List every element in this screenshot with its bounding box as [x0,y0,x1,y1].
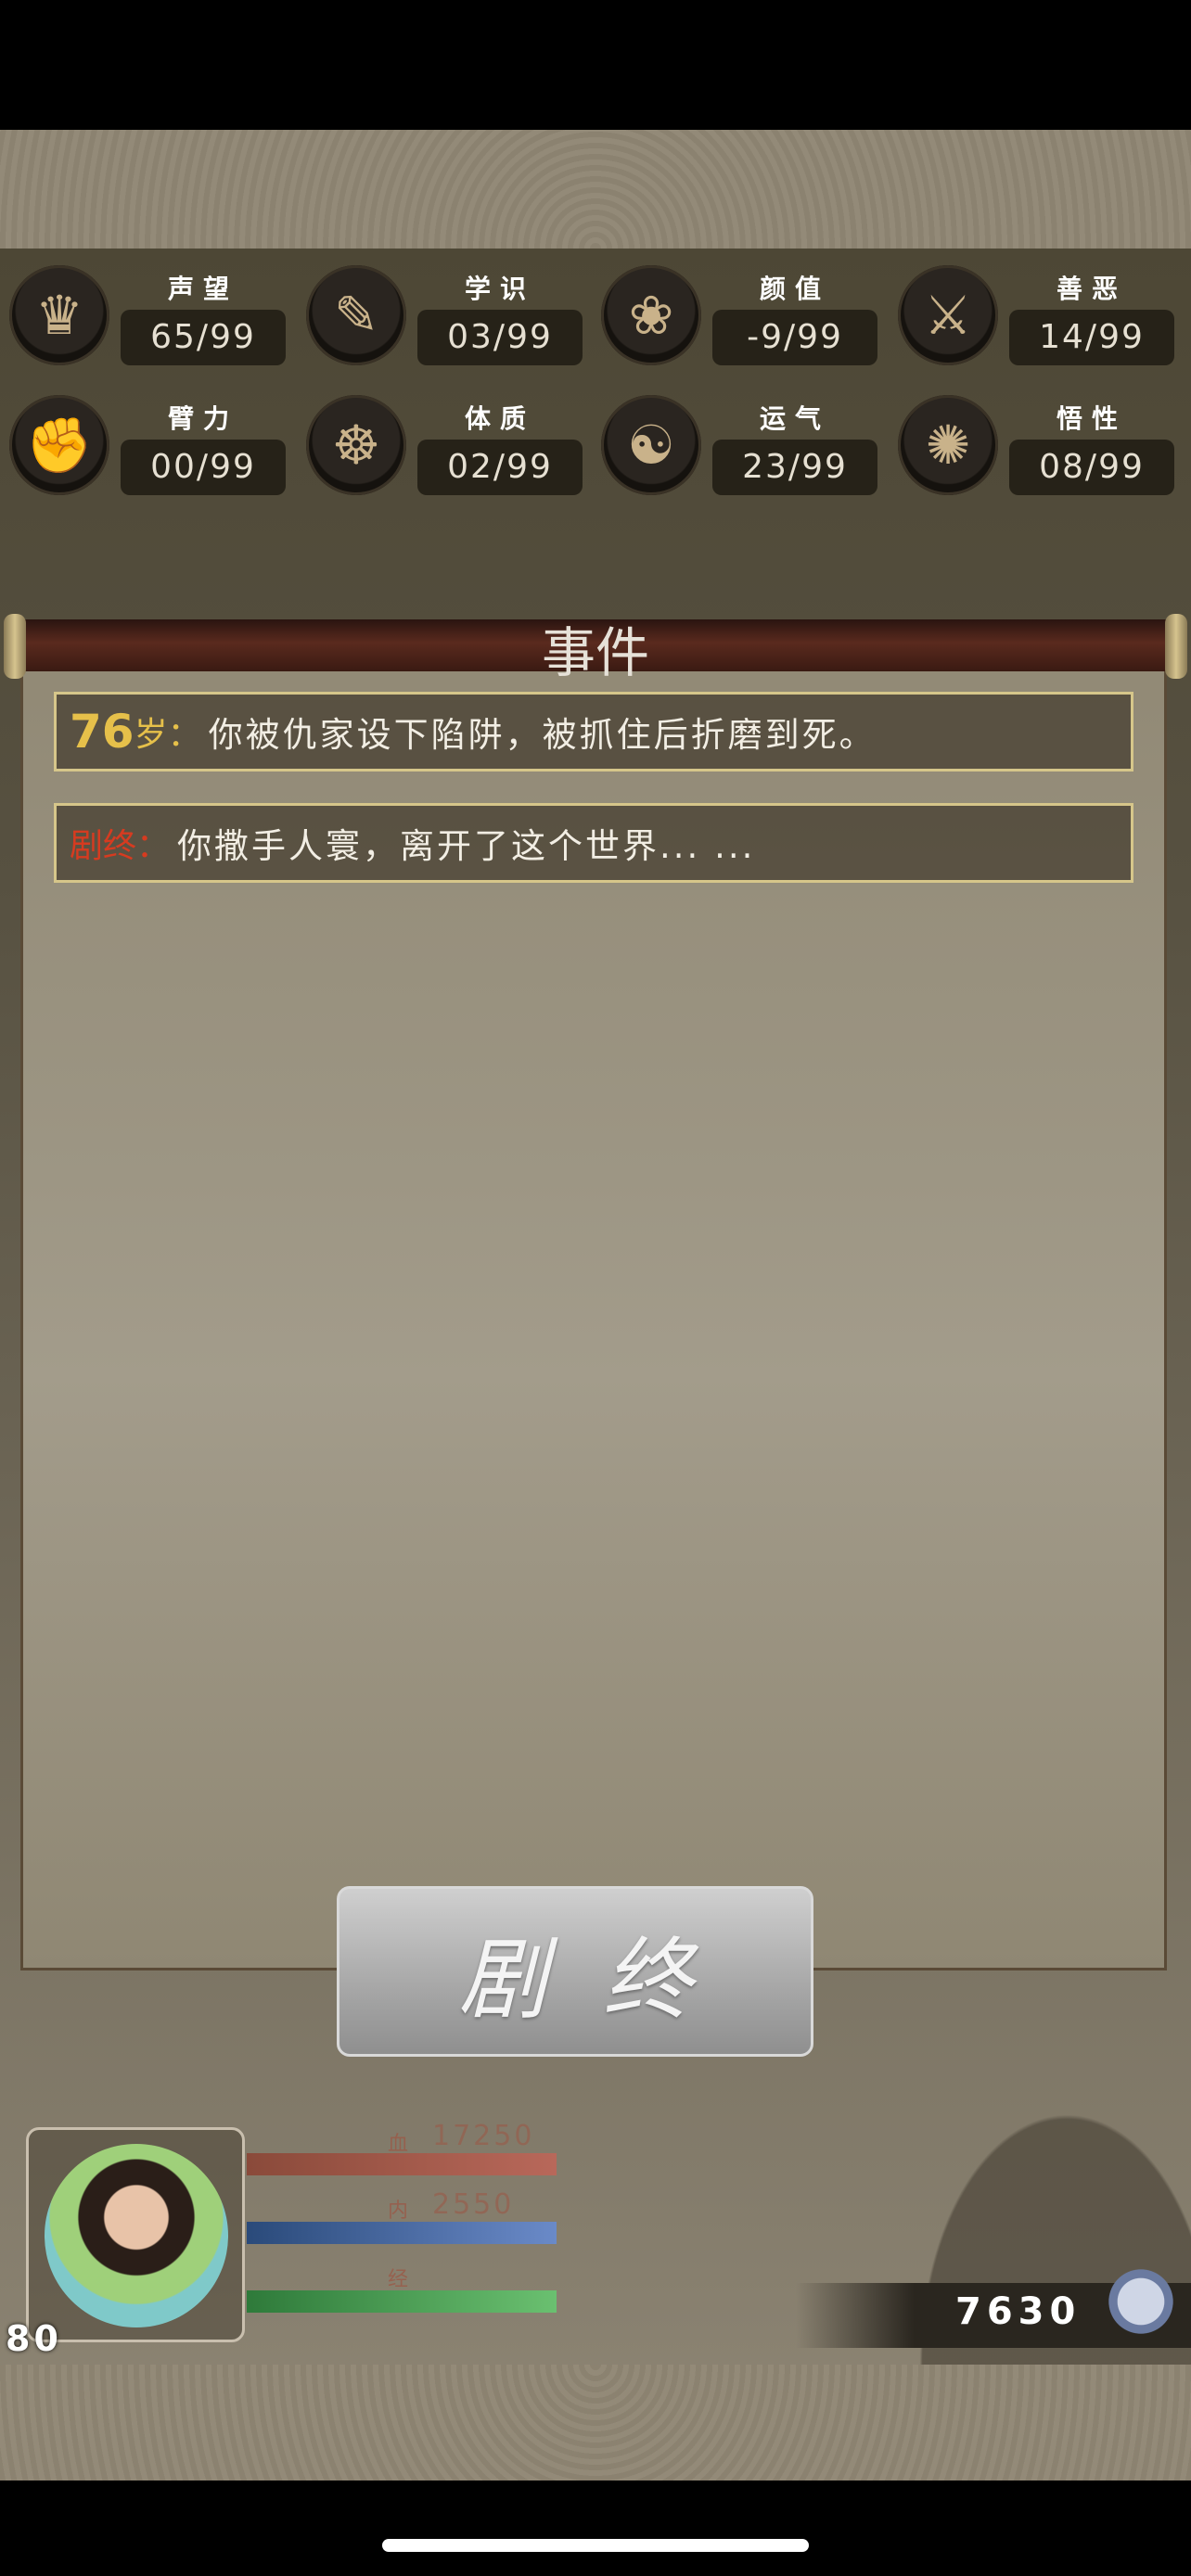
stat-value: -9/99 [712,310,877,365]
brain-icon: ✺ [898,395,998,495]
event-text: 你被仇家设下陷阱，被抓住后折磨到死。 [208,715,877,755]
stat-value: 65/99 [121,310,286,365]
stat-value: 03/99 [417,310,583,365]
event-panel-title: 事件 [541,621,649,684]
body-icon: ☸ [306,395,406,495]
stat-strength: ✊ 臂力 00/99 [0,389,297,501]
hp-value: 17250 [432,2120,535,2152]
stat-value: 02/99 [417,440,583,495]
hp-bar [247,2153,557,2175]
bottom-pattern-border [0,2365,1191,2480]
event-entry-ending: 剧终：你撒手人寰，离开了这个世界... ... [54,803,1133,883]
stat-name: 体质 [464,403,535,434]
status-bar [0,0,1191,130]
stat-name: 学识 [464,274,535,304]
mp-bar [247,2222,557,2244]
stat-name: 声望 [167,274,238,304]
fan-icon: ❀ [601,265,701,365]
stat-value: 08/99 [1009,440,1174,495]
scroll-icon: ✎ [306,265,406,365]
event-label-suffix: ： [136,827,171,865]
stat-appearance: ❀ 颜值 -9/99 [592,260,889,371]
event-age-suffix: 岁： [134,716,201,754]
stat-name: 善恶 [1056,274,1127,304]
stat-value: 23/99 [712,440,877,495]
event-label: 剧终 [70,827,137,865]
home-indicator[interactable] [382,2539,809,2552]
stat-name: 运气 [759,403,830,434]
stat-value: 00/99 [121,440,286,495]
event-text: 你撒手人寰，离开了这个世界... ... [177,826,756,866]
xp-label: 经 [388,2268,409,2291]
ending-button-label: 剧终 [458,1927,748,2032]
level-value: 80 [6,2318,62,2359]
mp-value: 2550 [432,2188,515,2221]
top-pattern-border [0,130,1191,249]
stat-knowledge: ✎ 学识 03/99 [297,260,594,371]
crossed-swords-icon: ⚔ [898,265,998,365]
fist-icon: ✊ [9,395,109,495]
event-entry: 76 岁： 你被仇家设下陷阱，被抓住后折磨到死。 [54,692,1133,772]
stat-luck: ☯ 运气 23/99 [592,389,889,501]
stat-reputation: ♛ 声望 65/99 [0,260,297,371]
stat-constitution: ☸ 体质 02/99 [297,389,594,501]
coin-pouch-icon: ☯ [601,395,701,495]
mp-label: 内 [388,2200,409,2223]
reputation-icon: ♛ [9,265,109,365]
xp-bar [247,2290,557,2313]
stat-name: 颜值 [759,274,830,304]
currency-value: 7630 [955,2290,1082,2333]
stat-comprehension: ✺ 悟性 08/99 [889,389,1185,501]
stat-name: 悟性 [1056,403,1127,434]
home-indicator-area [0,2480,1191,2576]
stat-name: 臂力 [167,403,238,434]
stat-morality: ⚔ 善恶 14/99 [889,260,1185,371]
stat-value: 14/99 [1009,310,1174,365]
ending-button[interactable]: 剧终 [337,1886,813,2057]
silver-ingot-icon[interactable] [1104,2257,1178,2346]
avatar[interactable] [45,2144,228,2327]
event-age: 76 [70,705,134,759]
